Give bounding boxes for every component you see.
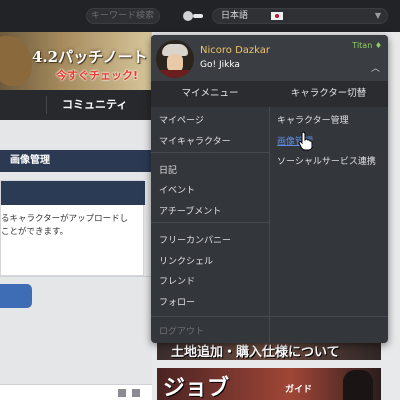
chevron-up-icon[interactable]: ︿	[371, 61, 380, 74]
japan-flag-icon	[271, 12, 283, 20]
banner-subtitle: 今すぐチェック!	[56, 69, 139, 82]
page-title: 画像管理	[0, 150, 152, 172]
menu-item-my-character[interactable]: マイキャラクター	[159, 134, 231, 147]
language-label: 日本語	[221, 11, 249, 21]
banner-artwork	[0, 36, 32, 86]
crystal-icon: ♦	[374, 41, 382, 50]
divider	[0, 276, 152, 277]
info-card: るキャラクターがアップロードし ことができます。	[0, 180, 145, 276]
search-input[interactable]: キーワード検索	[86, 8, 160, 24]
card-text-line: るキャラクターがアップロードし	[1, 214, 129, 224]
menu-item-logout[interactable]: ログアウト	[159, 324, 204, 337]
menu-item-character-management[interactable]: キャラクター管理	[277, 113, 349, 126]
menu-divider	[151, 222, 269, 223]
toggle-knob	[183, 11, 193, 21]
menu-item-friend[interactable]: フレンド	[159, 274, 195, 287]
menu-item-follow[interactable]: フォロー	[159, 295, 195, 308]
card-text-line: ことができます。	[1, 227, 69, 237]
toggle-track	[193, 14, 203, 18]
nav-divider	[46, 96, 47, 114]
column-divider	[269, 107, 270, 343]
job-guide-subtitle: ガイド	[285, 385, 313, 395]
server-label: Titan ♦	[352, 41, 382, 50]
toolbar-icon[interactable]	[132, 389, 140, 397]
avatar	[156, 40, 194, 78]
job-guide-title: ジョブ	[163, 376, 230, 400]
menu-divider	[151, 316, 388, 317]
menu-item-event[interactable]: イベント	[159, 183, 195, 196]
job-guide-banner[interactable]: ジョブ ガイド	[157, 368, 381, 400]
language-select[interactable]: 日本語 ▼	[212, 8, 388, 24]
banner-title: 4.2パッチノート	[32, 48, 148, 66]
menu-item-social-service[interactable]: ソーシャルサービス連携	[277, 154, 376, 167]
menu-divider	[151, 152, 269, 153]
character-name: Nicoro Dazkar	[200, 45, 270, 56]
menu-item-my-page[interactable]: マイページ	[159, 113, 204, 126]
housing-promo-text: 土地追加・購入仕様について	[171, 345, 340, 360]
character-world: Go! Jikka	[200, 60, 240, 70]
card-header	[1, 181, 145, 205]
tab-my-menu[interactable]: マイメニュー	[151, 81, 269, 107]
chevron-down-icon: ▼	[374, 11, 381, 20]
character-figure	[343, 370, 373, 400]
nav-item-community[interactable]: コミュニティ	[62, 90, 127, 120]
theme-toggle[interactable]	[183, 11, 203, 21]
menu-item-diary[interactable]: 日記	[159, 163, 177, 176]
menu-item-linkshell[interactable]: リンクシェル	[159, 254, 213, 267]
account-menu: Nicoro Dazkar Go! Jikka Titan ♦ ︿ マイメニュー…	[151, 35, 388, 343]
toolbar-icon[interactable]	[118, 389, 126, 397]
profile-header[interactable]: Nicoro Dazkar Go! Jikka Titan ♦ ︿	[151, 35, 388, 81]
hand-cursor-icon	[298, 131, 313, 151]
avatar-coat	[160, 70, 190, 78]
bottom-toolbar	[0, 384, 152, 400]
patch-notes-banner[interactable]: 4.2パッチノート 今すぐチェック!	[0, 32, 152, 90]
upload-button[interactable]	[0, 284, 32, 308]
tab-character-switch[interactable]: キャラクター切替	[269, 81, 388, 107]
card-text: るキャラクターがアップロードし ことができます。	[1, 213, 141, 239]
menu-item-achievement[interactable]: アチーブメント	[159, 204, 221, 217]
menu-item-free-company[interactable]: フリーカンパニー	[159, 233, 231, 246]
global-nav: コミュニティ	[0, 90, 152, 120]
housing-promo-banner[interactable]: 土地追加・購入仕様について	[157, 340, 381, 360]
top-bar: キーワード検索 日本語 ▼	[0, 0, 400, 32]
server-name: Titan	[352, 41, 373, 50]
